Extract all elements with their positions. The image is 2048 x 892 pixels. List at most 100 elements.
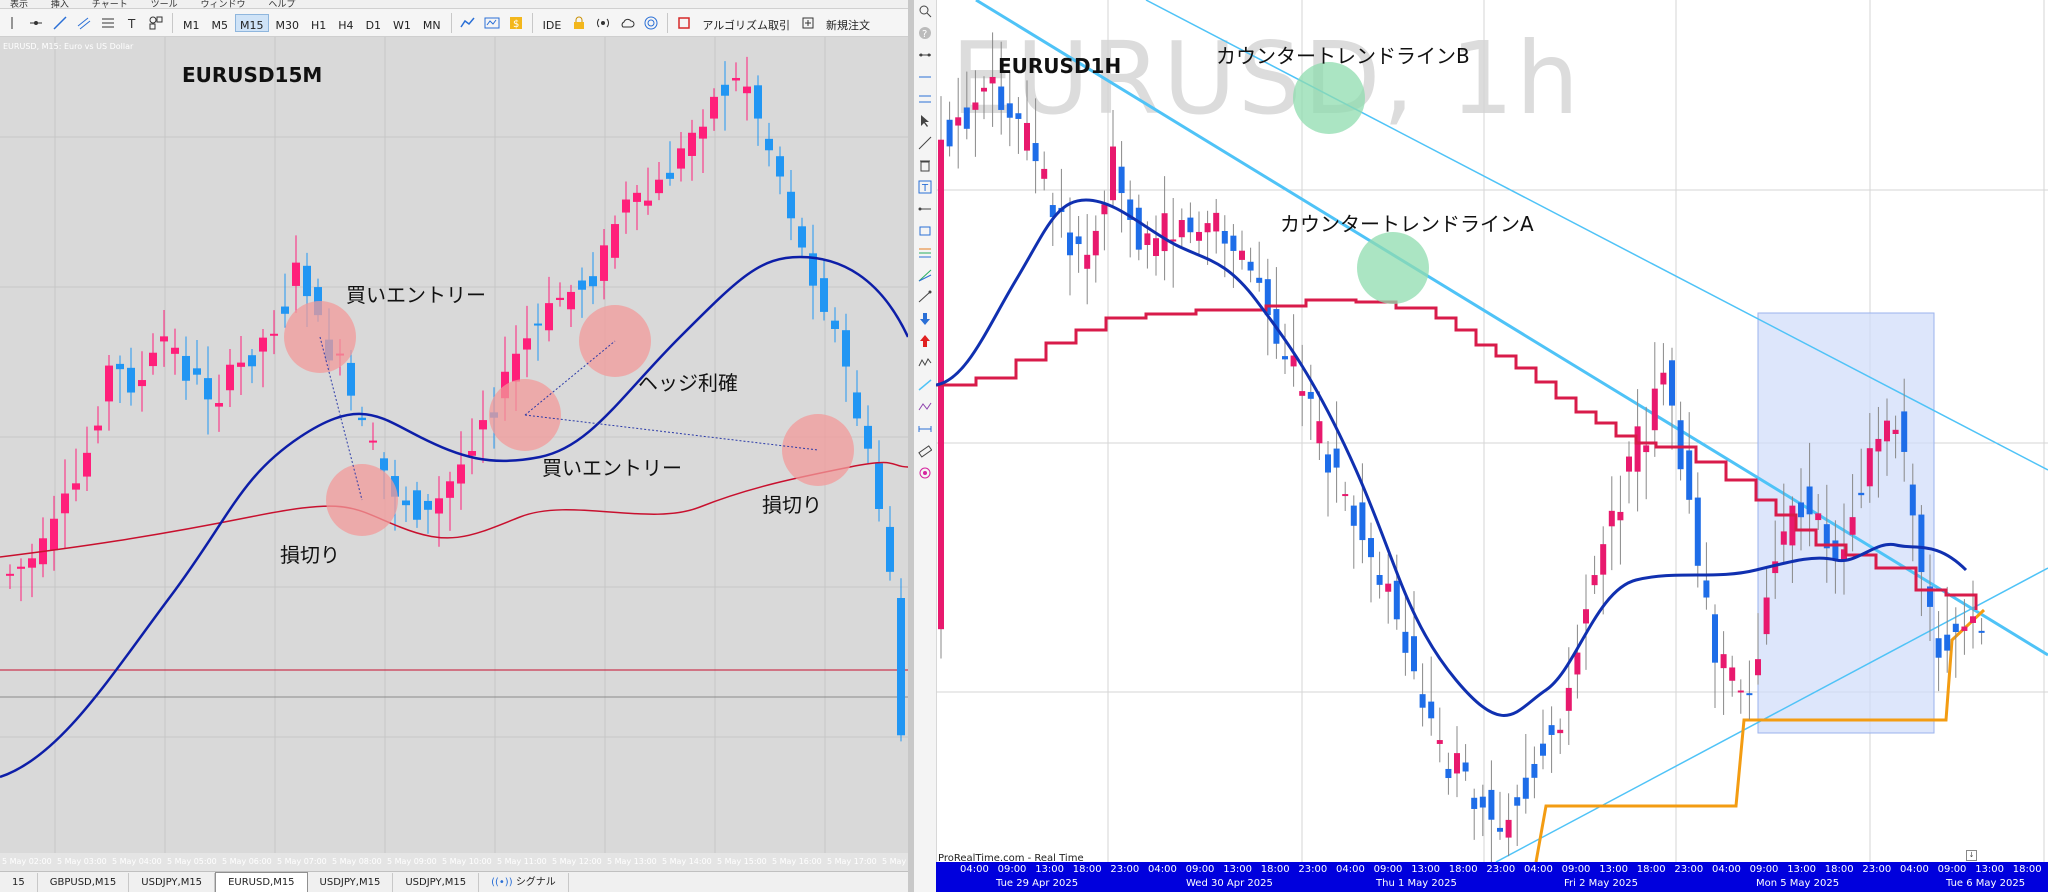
help-icon[interactable]: ? bbox=[914, 22, 936, 44]
tab-eurusd-m15[interactable]: EURUSD,M15 bbox=[215, 872, 308, 892]
signal-tab-icon: ((•)) bbox=[491, 877, 513, 888]
bear-candle bbox=[1411, 636, 1417, 672]
text-icon[interactable]: T bbox=[914, 176, 936, 198]
time-label: 13:00 bbox=[1223, 864, 1253, 875]
bear-candle bbox=[1497, 827, 1503, 832]
bear-candle bbox=[116, 363, 124, 370]
menu-tools[interactable]: ツール bbox=[151, 1, 178, 9]
bear-candle bbox=[1712, 614, 1718, 663]
text-icon[interactable]: T bbox=[122, 13, 142, 33]
levels-icon[interactable] bbox=[914, 88, 936, 110]
new-order-icon[interactable] bbox=[798, 13, 818, 33]
trend-channel-icon[interactable] bbox=[914, 374, 936, 396]
menu-insert[interactable]: 挿入 bbox=[51, 1, 69, 9]
time-label: 5 May 16:00 bbox=[772, 857, 822, 866]
ray-icon[interactable] bbox=[914, 198, 936, 220]
wave-icon[interactable] bbox=[914, 352, 936, 374]
zoom-icon[interactable] bbox=[914, 0, 936, 22]
arrow-down-icon[interactable] bbox=[914, 308, 936, 330]
bear-candle bbox=[1015, 113, 1022, 119]
menu-help[interactable]: ヘルプ bbox=[268, 1, 295, 9]
rectangle-icon[interactable] bbox=[914, 220, 936, 242]
bear-candle bbox=[534, 323, 542, 326]
tab-usdjpy-m15-3[interactable]: USDJPY,M15 bbox=[393, 873, 480, 892]
lock-icon[interactable] bbox=[569, 13, 589, 33]
trash-icon[interactable] bbox=[914, 154, 936, 176]
timeframe-m15[interactable]: M15 bbox=[235, 13, 269, 32]
horizontal-line-icon[interactable] bbox=[914, 66, 936, 88]
bear-candle bbox=[1488, 789, 1495, 820]
chart-title: EURUSD15M bbox=[182, 63, 323, 87]
bear-candle bbox=[1118, 166, 1125, 194]
timeframe-d1[interactable]: D1 bbox=[361, 14, 386, 32]
bear-candle bbox=[1247, 261, 1254, 271]
eurusd-m15-chart[interactable]: EURUSD, M15: Euro vs US Dollar EURUSD15M… bbox=[0, 37, 908, 853]
bear-candle bbox=[127, 367, 135, 393]
ruler-icon[interactable] bbox=[914, 440, 936, 462]
timeframe-m5[interactable]: M5 bbox=[207, 14, 234, 32]
signal-icon[interactable] bbox=[593, 13, 613, 33]
tab-partial[interactable]: 15 bbox=[0, 873, 38, 892]
menu-chart[interactable]: チャート bbox=[92, 1, 128, 9]
bear-candle bbox=[1445, 768, 1452, 779]
bear-candle bbox=[1333, 448, 1340, 468]
bear-candle bbox=[1428, 701, 1435, 719]
tab-usdjpy-m15[interactable]: USDJPY,M15 bbox=[129, 873, 216, 892]
timeframe-mn[interactable]: MN bbox=[418, 14, 446, 32]
segment-icon[interactable] bbox=[914, 44, 936, 66]
tab-usdjpy-m15-2[interactable]: USDJPY,M15 bbox=[308, 873, 394, 892]
fibonacci-icon[interactable] bbox=[914, 242, 936, 264]
measure-icon[interactable] bbox=[914, 418, 936, 440]
shapes-icon[interactable] bbox=[146, 13, 166, 33]
timeframe-m1[interactable]: M1 bbox=[178, 14, 205, 32]
tab-signals[interactable]: ((•)) シグナル bbox=[479, 873, 569, 892]
separator bbox=[172, 12, 173, 33]
chart-type-icon[interactable] bbox=[458, 13, 478, 33]
eurusd-1h-chart[interactable]: EURUSD, 1h EURUSD1H カウンタートレンドラインB カウンタート… bbox=[936, 0, 2048, 864]
arrow-up-icon[interactable] bbox=[914, 330, 936, 352]
timeframe-w1[interactable]: W1 bbox=[388, 14, 416, 32]
time-label: 5 May 05:00 bbox=[167, 857, 217, 866]
time-label: 04:00 bbox=[960, 864, 989, 875]
timeframe-h4[interactable]: H4 bbox=[333, 14, 358, 32]
timeframe-m30[interactable]: M30 bbox=[271, 14, 305, 32]
algo-trading-button[interactable]: アルゴリズム取引 bbox=[697, 14, 795, 32]
crosshair-line-icon[interactable] bbox=[2, 13, 22, 33]
chart-tabs: 15 GBPUSD,M15 USDJPY,M15 EURUSD,M15 USDJ… bbox=[0, 871, 908, 892]
bear-candle bbox=[1368, 538, 1374, 558]
bull-candle bbox=[1643, 445, 1650, 453]
time-label: 13:00 bbox=[1411, 864, 1441, 875]
horizontal-line-icon[interactable] bbox=[26, 13, 46, 33]
trendline-icon[interactable] bbox=[50, 13, 70, 33]
dollar-icon[interactable]: $ bbox=[506, 13, 526, 33]
line-icon[interactable] bbox=[914, 132, 936, 154]
tab-gbpusd-m15[interactable]: GBPUSD,M15 bbox=[38, 873, 130, 892]
target-icon[interactable] bbox=[914, 462, 936, 484]
ide-button[interactable]: IDE bbox=[538, 14, 567, 32]
indicators-icon[interactable] bbox=[482, 13, 502, 33]
bear-candle bbox=[1832, 540, 1839, 560]
channel-icon[interactable] bbox=[74, 13, 94, 33]
algo-trading-icon[interactable] bbox=[674, 13, 694, 33]
menu-view[interactable]: 表示 bbox=[10, 1, 28, 9]
timeframe-h1[interactable]: H1 bbox=[306, 14, 331, 32]
bear-candle bbox=[303, 265, 311, 297]
menu-window[interactable]: ウィンドウ bbox=[200, 1, 245, 9]
bull-candle bbox=[1161, 213, 1168, 252]
fan-icon[interactable] bbox=[914, 264, 936, 286]
pitchfork-icon[interactable] bbox=[914, 286, 936, 308]
time-label: 18:00 bbox=[1636, 864, 1666, 875]
expand-icon[interactable]: ↓ bbox=[1966, 850, 1977, 861]
bull-candle bbox=[699, 126, 707, 139]
new-order-button[interactable]: 新規注文 bbox=[821, 14, 875, 32]
cursor-icon[interactable] bbox=[914, 110, 936, 132]
radar-icon[interactable] bbox=[641, 13, 661, 33]
bull-candle bbox=[446, 481, 454, 498]
cloud-icon[interactable] bbox=[617, 13, 637, 33]
fibonacci-icon[interactable] bbox=[98, 13, 118, 33]
bear-candle bbox=[248, 355, 256, 367]
polyline-icon[interactable] bbox=[914, 396, 936, 418]
bull-candle bbox=[270, 333, 278, 336]
bear-candle bbox=[1548, 725, 1555, 735]
bear-candle bbox=[820, 278, 828, 312]
